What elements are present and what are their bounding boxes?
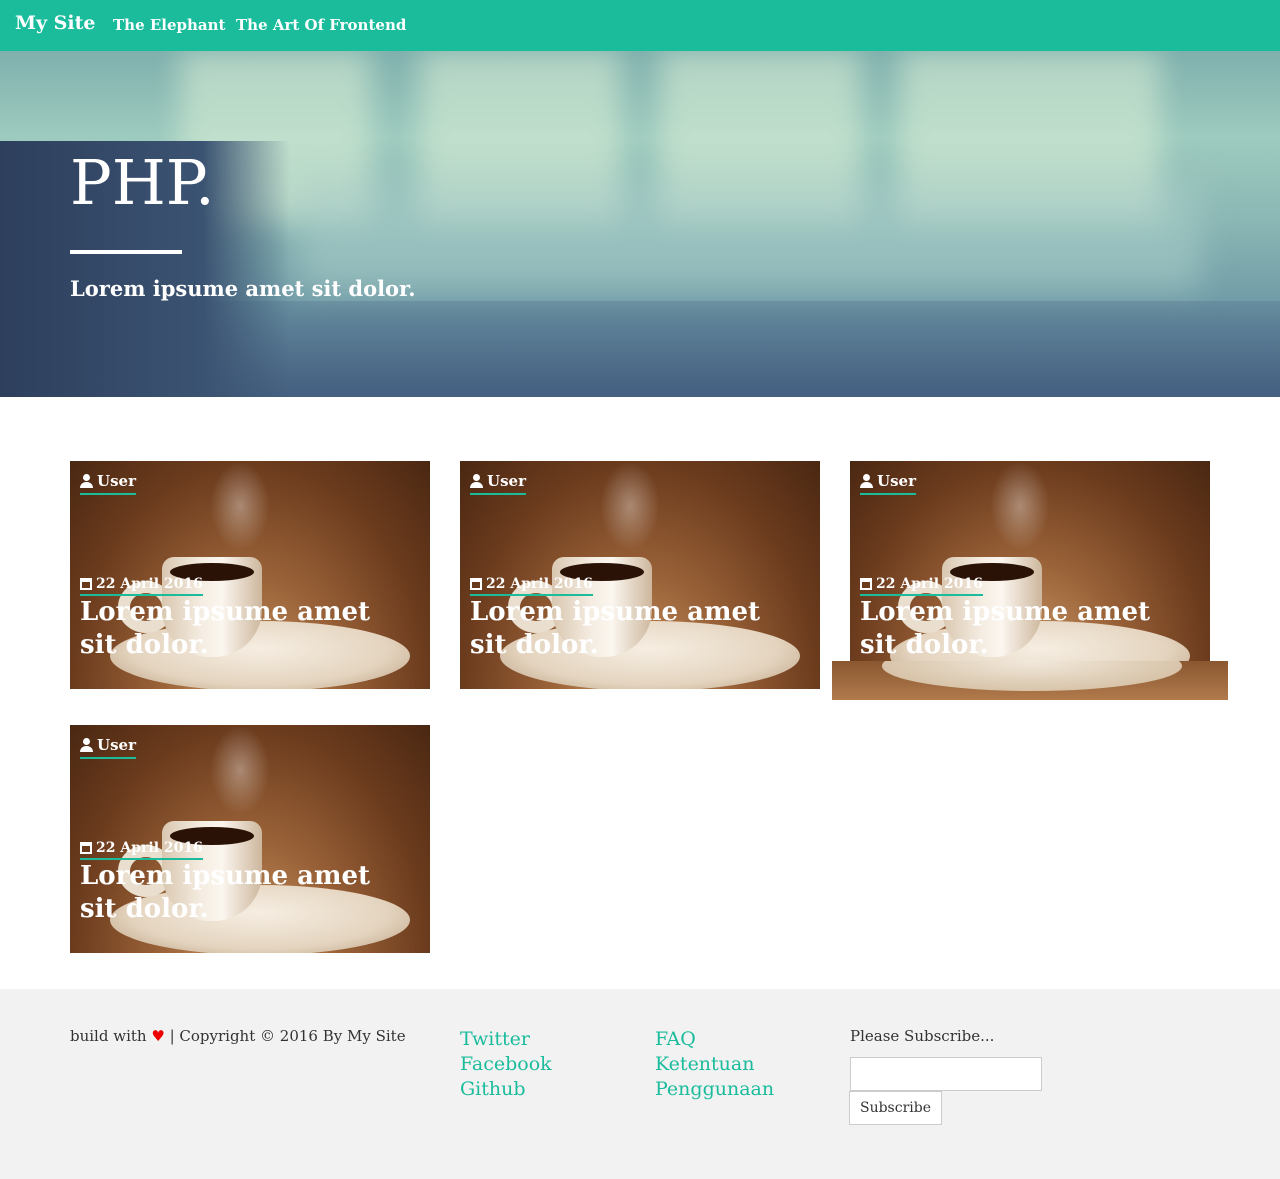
build-with-text: build with bbox=[70, 1027, 147, 1045]
heart-icon: ♥ bbox=[151, 1027, 165, 1045]
user-icon bbox=[80, 474, 93, 488]
nav-link-the-elephant[interactable]: The Elephant bbox=[113, 16, 225, 34]
card-author-label: User bbox=[487, 472, 526, 490]
navbar: My Site The Elephant The Art Of Frontend bbox=[0, 0, 1280, 51]
user-icon bbox=[470, 474, 483, 488]
card-date-label: 22 April 2016 bbox=[96, 840, 203, 856]
hero-banner: PHP. Lorem ipsume amet sit dolor. bbox=[0, 51, 1280, 397]
card-date[interactable]: 22 April 2016 bbox=[80, 840, 203, 860]
card-date[interactable]: 22 April 2016 bbox=[80, 576, 203, 596]
twitter-link[interactable]: Twitter bbox=[460, 1027, 552, 1052]
card-author[interactable]: User bbox=[470, 472, 526, 495]
card-author[interactable]: User bbox=[80, 736, 136, 759]
calendar-icon bbox=[860, 578, 872, 590]
card-date[interactable]: 22 April 2016 bbox=[470, 576, 593, 596]
terms-link[interactable]: Ketentuan Penggunaan bbox=[655, 1052, 795, 1102]
card-image-steam bbox=[990, 461, 1050, 551]
card-title[interactable]: Lorem ipsume amet sit dolor. bbox=[80, 596, 400, 662]
copyright-text: | Copyright © 2016 By My Site bbox=[169, 1027, 406, 1045]
github-link[interactable]: Github bbox=[460, 1077, 552, 1102]
card-date-label: 22 April 2016 bbox=[96, 576, 203, 592]
card-author[interactable]: User bbox=[860, 472, 916, 495]
post-card[interactable]: User 22 April 2016 Lorem ipsume amet sit… bbox=[460, 461, 820, 689]
card-image-steam bbox=[210, 461, 270, 551]
card-date-label: 22 April 2016 bbox=[486, 576, 593, 592]
subscribe-button[interactable]: Subscribe bbox=[849, 1091, 942, 1125]
hero-title: PHP. bbox=[70, 146, 215, 219]
social-links: Twitter Facebook Github bbox=[460, 1027, 552, 1102]
user-icon bbox=[80, 738, 93, 752]
footer: build with ♥ | Copyright © 2016 By My Si… bbox=[0, 989, 1280, 1179]
calendar-icon bbox=[470, 578, 482, 590]
card-author-label: User bbox=[97, 736, 136, 754]
card-author[interactable]: User bbox=[80, 472, 136, 495]
facebook-link[interactable]: Facebook bbox=[460, 1052, 552, 1077]
card-title[interactable]: Lorem ipsume amet sit dolor. bbox=[470, 596, 790, 662]
card-image-steam bbox=[210, 725, 270, 815]
post-card[interactable]: User 22 April 2016 Lorem ipsume amet sit… bbox=[70, 725, 430, 953]
card-image-saucer bbox=[882, 661, 1182, 691]
calendar-icon bbox=[80, 842, 92, 854]
info-links: FAQ Ketentuan Penggunaan bbox=[655, 1027, 795, 1102]
user-icon bbox=[860, 474, 873, 488]
post-card[interactable]: User 22 April 2016 Lorem ipsume amet sit… bbox=[70, 461, 430, 689]
card-image-overflow bbox=[832, 661, 1228, 700]
card-image-steam bbox=[600, 461, 660, 551]
hero-subtitle: Lorem ipsume amet sit dolor. bbox=[70, 276, 416, 301]
card-title[interactable]: Lorem ipsume amet sit dolor. bbox=[80, 860, 400, 926]
subscribe-email-input[interactable] bbox=[850, 1057, 1042, 1091]
calendar-icon bbox=[80, 578, 92, 590]
card-title[interactable]: Lorem ipsume amet sit dolor. bbox=[860, 596, 1180, 661]
card-date-label: 22 April 2016 bbox=[876, 576, 983, 592]
brand-link[interactable]: My Site bbox=[15, 12, 96, 34]
post-card[interactable]: User 22 April 2016 Lorem ipsume amet sit… bbox=[850, 461, 1210, 661]
card-author-label: User bbox=[97, 472, 136, 490]
nav-link-art-of-frontend[interactable]: The Art Of Frontend bbox=[236, 16, 406, 34]
subscribe-label: Please Subscribe... bbox=[850, 1027, 995, 1045]
card-author-label: User bbox=[877, 472, 916, 490]
faq-link[interactable]: FAQ bbox=[655, 1027, 795, 1052]
hero-background-decor bbox=[300, 181, 1200, 291]
footer-copyright: build with ♥ | Copyright © 2016 By My Si… bbox=[70, 1027, 406, 1045]
hero-divider bbox=[70, 250, 182, 254]
card-date[interactable]: 22 April 2016 bbox=[860, 576, 983, 596]
